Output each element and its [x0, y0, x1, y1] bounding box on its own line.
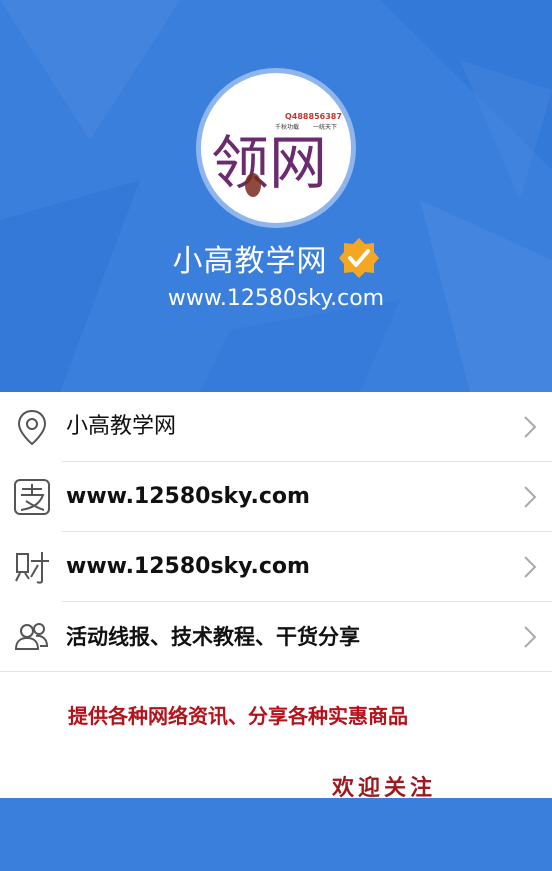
list-item-label: 小高教学网 — [66, 414, 177, 439]
avatar-logo: Q488856387 千秋功载 一统天下 领网 — [201, 73, 351, 223]
logo-number: Q488856387 — [285, 112, 342, 121]
wealth-icon — [15, 552, 49, 584]
logo-text: 领网 — [211, 129, 327, 197]
list-item-label: www.12580sky.com — [66, 554, 310, 579]
footer-bar — [0, 798, 552, 871]
divider — [0, 671, 552, 672]
list-item-location[interactable]: 小高教学网 — [0, 392, 552, 462]
list-item-label: 活动线报、技术教程、干货分享 — [66, 625, 360, 649]
alipay-icon — [14, 479, 50, 515]
profile-url[interactable]: www.12580sky.com — [0, 286, 552, 311]
chevron-right-icon — [524, 416, 537, 438]
users-icon — [14, 623, 49, 650]
list-item-topics[interactable]: 活动线报、技术教程、干货分享 — [0, 602, 552, 672]
promo-text: 提供各种网络资讯、分享各种实惠商品 — [68, 704, 408, 728]
info-list: 小高教学网 www.12580sky.com www.12580sky.com — [0, 392, 552, 672]
profile-header: Q488856387 千秋功载 一统天下 领网 小高教学网 www.12580s… — [0, 0, 552, 392]
chevron-right-icon — [524, 486, 537, 508]
location-pin-icon — [17, 409, 47, 446]
list-item-alipay[interactable]: www.12580sky.com — [0, 462, 552, 532]
chevron-right-icon — [524, 556, 537, 578]
profile-name: 小高教学网 — [172, 244, 328, 279]
chevron-right-icon — [524, 626, 537, 648]
verified-badge-icon — [338, 238, 379, 278]
list-item-label: www.12580sky.com — [66, 484, 310, 509]
avatar[interactable]: Q488856387 千秋功载 一统天下 领网 — [196, 68, 356, 228]
list-item-wealth[interactable]: www.12580sky.com — [0, 532, 552, 602]
profile-name-row: 小高教学网 — [0, 230, 552, 286]
